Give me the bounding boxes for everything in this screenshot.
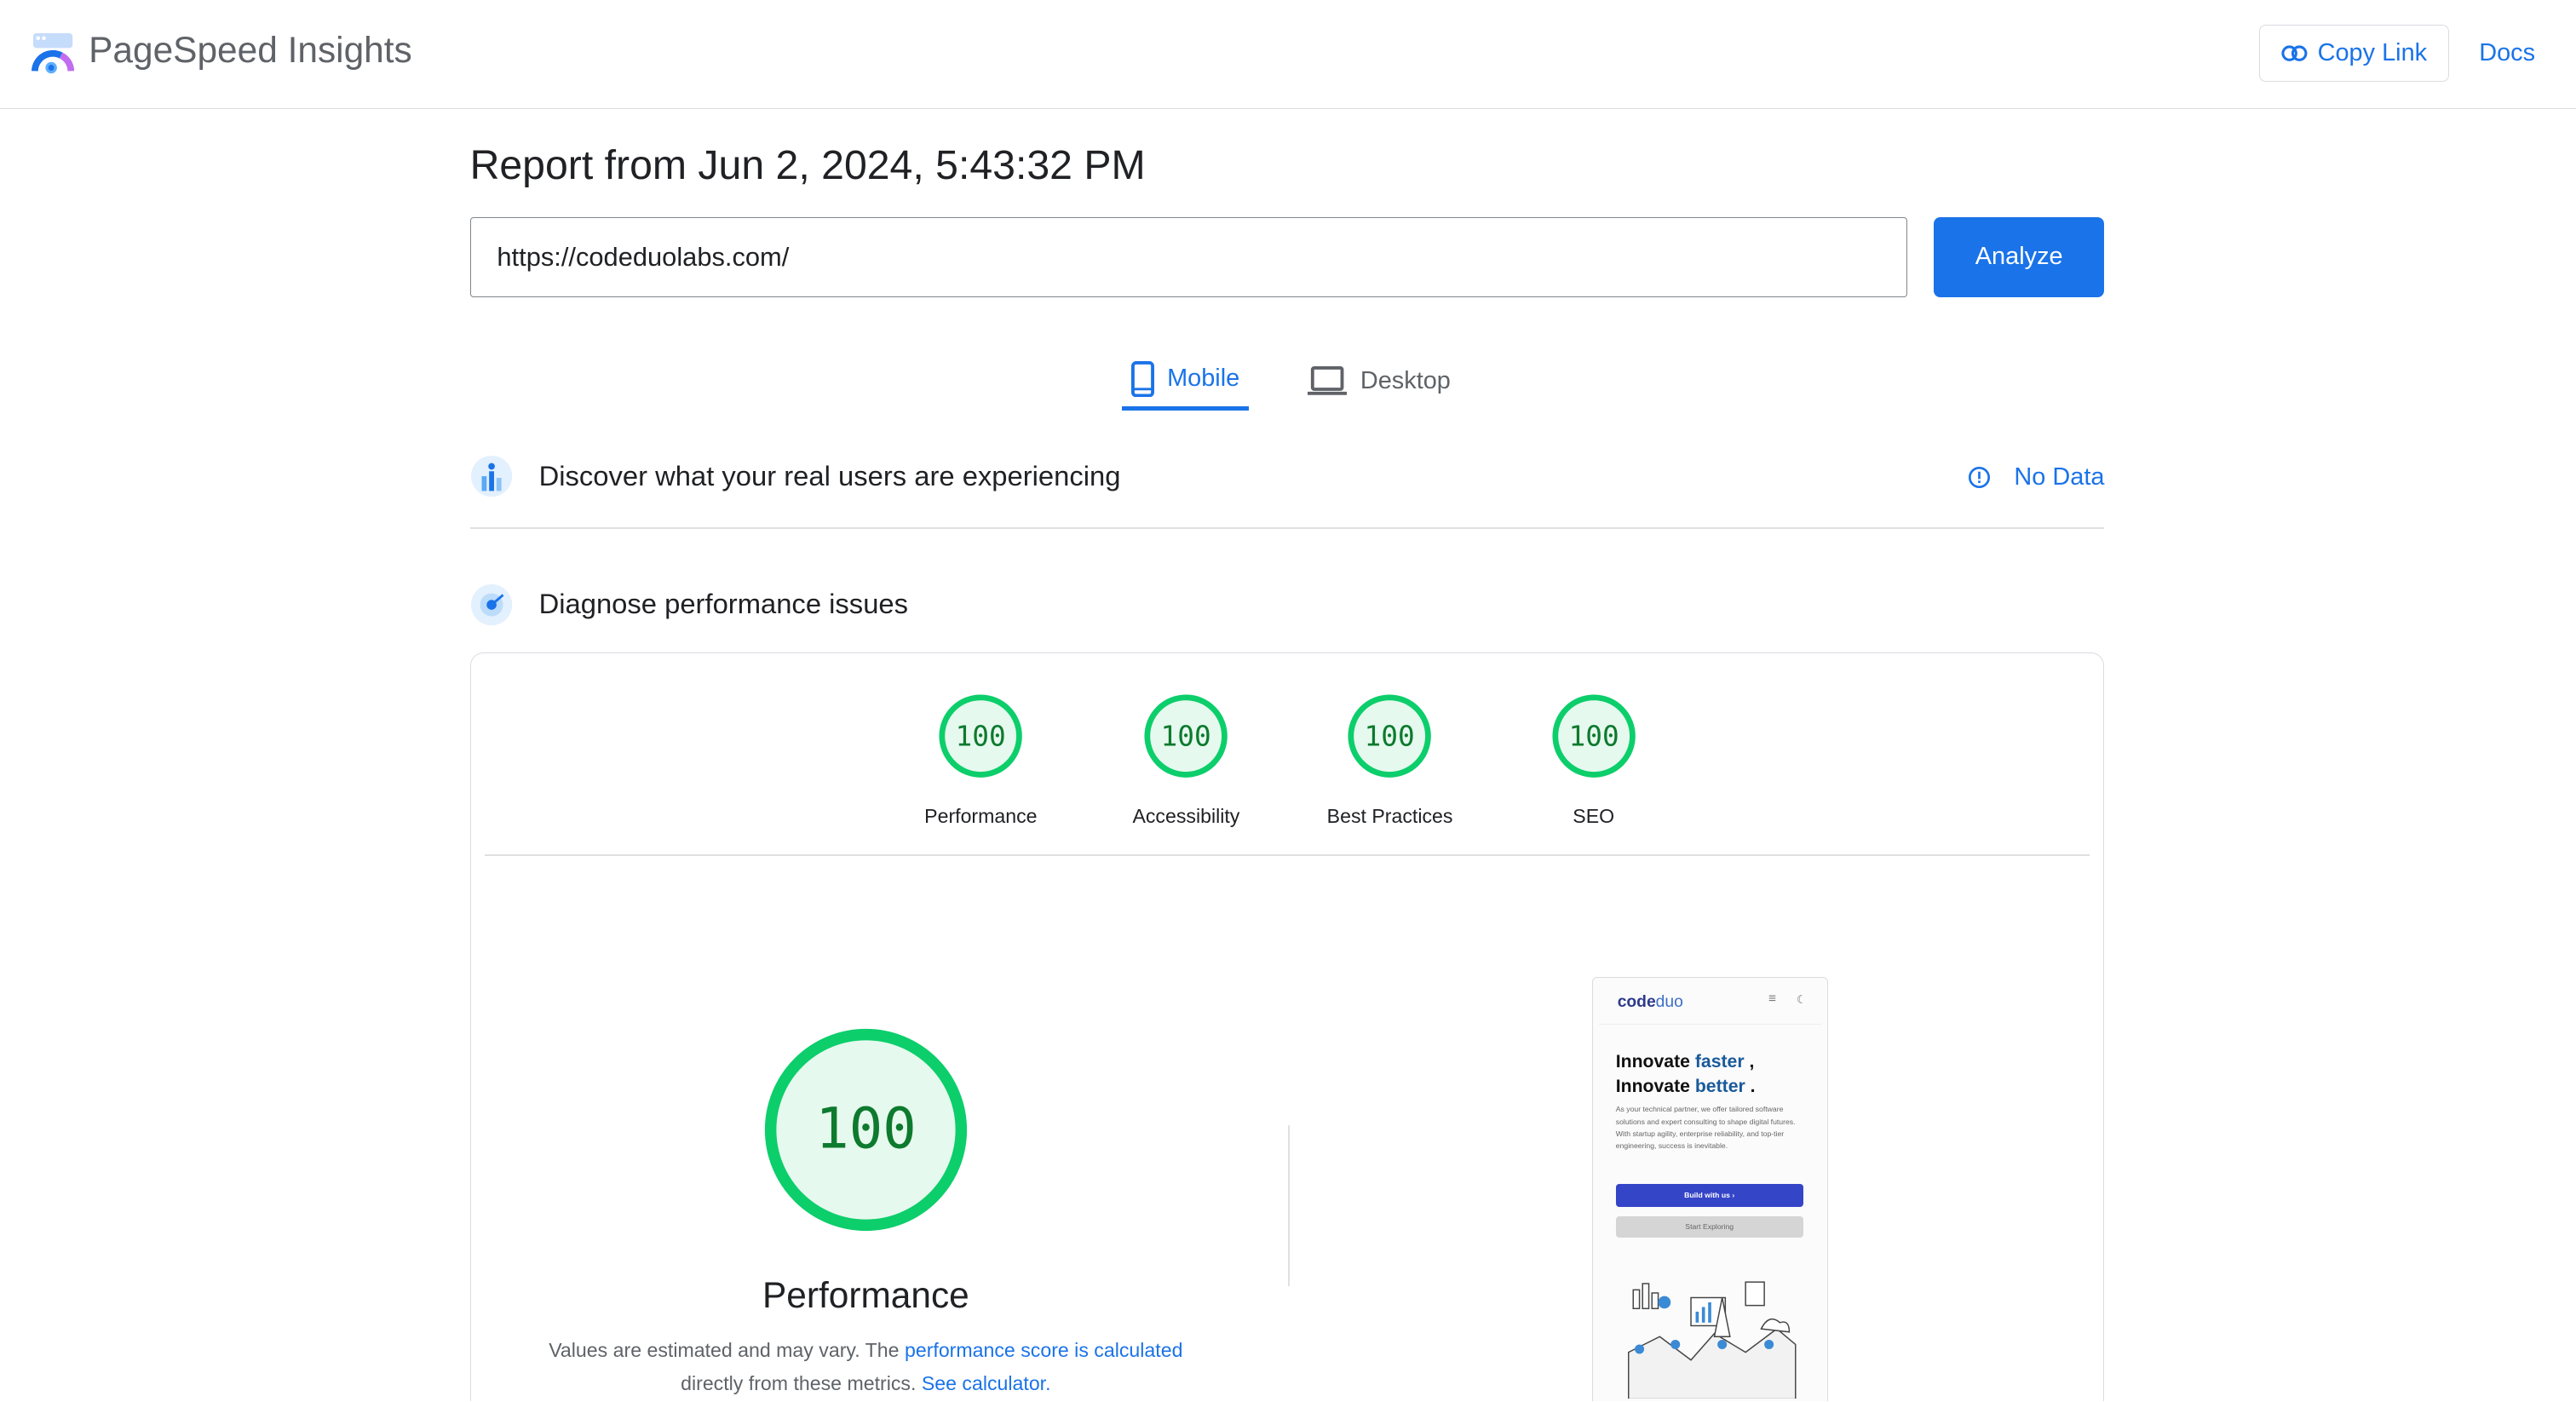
score-circle: 100	[1551, 694, 1636, 778]
vertical-divider	[1287, 1125, 1290, 1287]
screenshot-headline: Innovate faster , Innovate better .	[1615, 1052, 1756, 1097]
screenshot-illustration	[1627, 1281, 1797, 1399]
field-data-status: No Data	[1968, 463, 2104, 491]
score-gauge-performance[interactable]: 100 Performance	[883, 693, 1079, 828]
svg-text:100: 100	[1568, 721, 1619, 753]
top-bar: PageSpeed Insights Copy Link Docs	[0, 0, 2576, 110]
tab-desktop-label: Desktop	[1360, 366, 1451, 394]
tab-mobile[interactable]: Mobile	[1122, 352, 1249, 411]
screenshot-build-button: Build with us ›	[1615, 1183, 1803, 1207]
no-data-label: No Data	[2014, 463, 2105, 491]
screenshot-logo: codeduo	[1617, 992, 1683, 1011]
moon-icon: ☾	[1796, 992, 1807, 1006]
link-icon	[2281, 45, 2308, 61]
svg-text:100: 100	[815, 1097, 916, 1162]
score-label: Performance	[924, 804, 1038, 827]
score-label: Best Practices	[1326, 804, 1453, 827]
performance-description: Values are estimated and may vary. The p…	[549, 1338, 1183, 1394]
diagnose-icon	[470, 583, 512, 625]
url-input[interactable]	[469, 216, 1908, 298]
score-label: SEO	[1573, 804, 1615, 827]
score-circle: 100	[1348, 694, 1432, 778]
score-gauge-best-practices[interactable]: 100 Best Practices	[1291, 693, 1488, 828]
analyze-button[interactable]: Analyze	[1933, 216, 2105, 298]
laptop-icon	[1308, 366, 1348, 395]
field-data-title: Discover what your real users are experi…	[538, 459, 1121, 491]
score-label: Accessibility	[1132, 804, 1240, 827]
svg-text:100: 100	[1161, 721, 1211, 753]
real-users-icon	[470, 456, 512, 497]
screenshot-nav: codeduo ≡ ☾	[1599, 985, 1821, 1026]
phone-icon	[1130, 360, 1154, 398]
pagespeed-logo-icon	[31, 32, 74, 73]
copy-link-label: Copy Link	[2317, 39, 2428, 67]
page-title: Report from Jun 2, 2024, 5:43:32 PM	[469, 141, 1146, 188]
score-gauge-accessibility[interactable]: 100 Accessibility	[1088, 693, 1285, 828]
screenshot-explore-button: Start Exploring	[1615, 1216, 1803, 1238]
score-circle: 100	[1144, 694, 1228, 778]
screenshot-paragraph: As your technical partner, we offer tail…	[1615, 1105, 1796, 1151]
app-title: PageSpeed Insights	[89, 29, 412, 70]
score-circle: 100	[939, 694, 1023, 778]
performance-heading: Performance	[762, 1274, 969, 1315]
svg-text:100: 100	[956, 721, 1006, 753]
final-screenshot: codeduo ≡ ☾ Innovate faster , Innovate b…	[1591, 977, 1829, 1402]
copy-link-button[interactable]: Copy Link	[2258, 24, 2450, 83]
svg-text:100: 100	[1365, 721, 1415, 753]
score-gauge-seo[interactable]: 100 SEO	[1495, 693, 1692, 828]
info-icon[interactable]	[1968, 466, 1991, 489]
tab-desktop[interactable]: Desktop	[1308, 352, 1451, 411]
performance-big-gauge: 100	[764, 1029, 967, 1232]
lab-data-title: Diagnose performance issues	[538, 588, 909, 620]
docs-link[interactable]: Docs	[2479, 39, 2535, 67]
tab-mobile-label: Mobile	[1167, 365, 1240, 393]
section-divider	[469, 527, 2105, 529]
gauges-divider	[484, 853, 2090, 856]
menu-icon: ≡	[1768, 991, 1777, 1006]
see-calculator-link[interactable]: See calculator.	[922, 1372, 1051, 1394]
score-calculated-link[interactable]: performance score is calculated	[905, 1339, 1182, 1361]
